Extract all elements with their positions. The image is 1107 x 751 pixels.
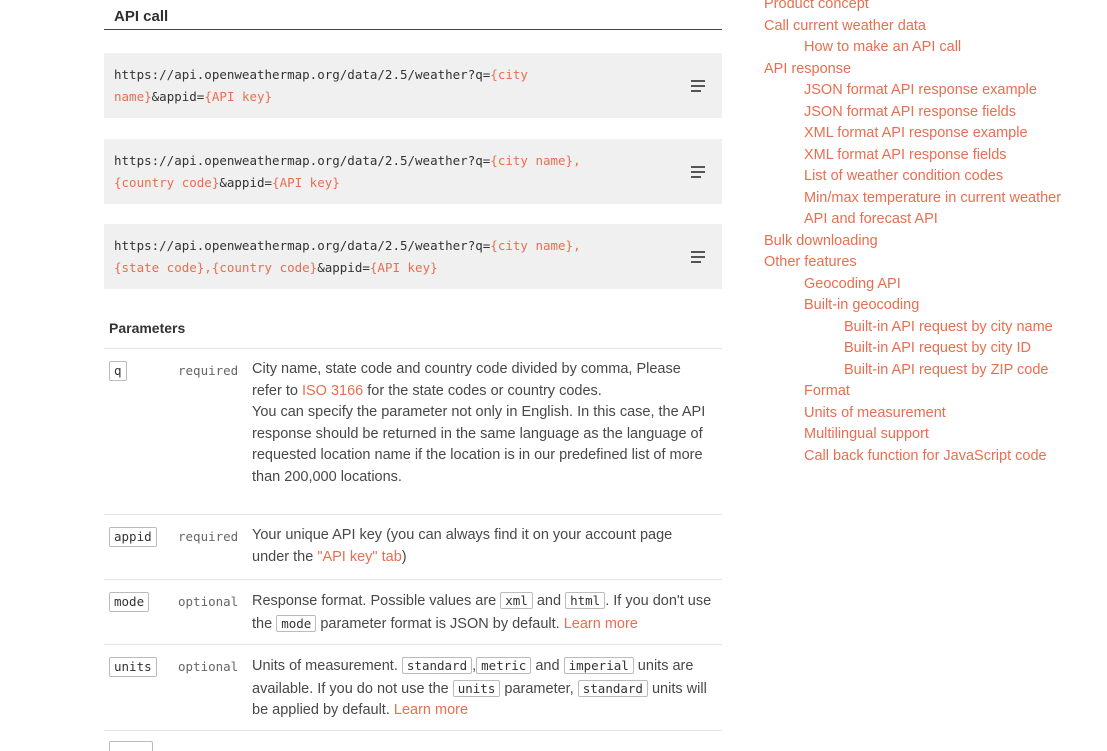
param-row-q: q required City name, state code and cou… (104, 348, 722, 515)
param-required: required (178, 363, 239, 378)
toc-link[interactable]: Built-in API request by city name (764, 317, 1061, 339)
toc-link[interactable]: Product concept (764, 0, 1061, 16)
toc-link[interactable]: API and forecast API (764, 209, 1061, 231)
toc-link[interactable]: Call back function for JavaScript code (764, 446, 1061, 468)
toc-link[interactable]: XML format API response fields (764, 145, 1061, 167)
param-row-units: units optional Units of measurement. sta… (104, 644, 722, 731)
param-row-mode: mode optional Response format. Possible … (104, 579, 722, 645)
copy-icon[interactable] (691, 80, 705, 93)
param-row-appid: appid required Your unique API key (you … (104, 514, 722, 580)
param-row-next (104, 730, 722, 751)
param-description: Units of measurement. standard, metric an… (252, 657, 707, 718)
copy-icon[interactable] (691, 251, 705, 264)
heading-divider (104, 29, 722, 30)
main-content: API call https://api.openweathermap.org/… (104, 0, 722, 751)
api-url-text[interactable]: https://api.openweathermap.org/data/2.5/… (114, 64, 662, 108)
toc-link[interactable]: List of weather condition codes (764, 166, 1061, 188)
table-of-contents: Product concept Call current weather data… (764, 0, 1061, 467)
parameters-heading: Parameters (109, 320, 186, 336)
toc-link[interactable]: Geocoding API (764, 274, 1061, 296)
api-url-text[interactable]: https://api.openweathermap.org/data/2.5/… (114, 150, 662, 194)
param-name: q (109, 361, 127, 381)
toc-link[interactable]: Other features (764, 252, 1061, 274)
iso-3166-link[interactable]: ISO 3166 (302, 383, 363, 399)
param-description: Response format. Possible values are xml… (252, 592, 712, 632)
api-call-heading: API call (114, 8, 169, 25)
toc-link[interactable]: Format (764, 381, 1061, 403)
param-required: required (178, 529, 239, 544)
api-url-text[interactable]: https://api.openweathermap.org/data/2.5/… (114, 235, 662, 279)
api-url-block-city-state-country[interactable]: https://api.openweathermap.org/data/2.5/… (104, 224, 722, 289)
param-optional: optional (178, 594, 239, 609)
param-description: Your unique API key (you can always find… (252, 527, 673, 565)
toc-link[interactable]: Built-in API request by city ID (764, 338, 1061, 360)
api-url-block-city[interactable]: https://api.openweathermap.org/data/2.5/… (104, 53, 722, 118)
api-key-tab-link[interactable]: "API key" tab (317, 549, 401, 565)
toc-link[interactable]: Bulk downloading (764, 231, 1061, 253)
copy-icon[interactable] (691, 166, 705, 179)
param-name: mode (109, 592, 150, 612)
toc-link[interactable]: How to make an API call (764, 37, 1061, 59)
param-description: City name, state code and country code d… (252, 361, 706, 485)
api-url-block-city-country[interactable]: https://api.openweathermap.org/data/2.5/… (104, 139, 722, 204)
learn-more-link[interactable]: Learn more (564, 616, 638, 632)
toc-link[interactable]: API response (764, 59, 1061, 81)
toc-link[interactable]: Multilingual support (764, 424, 1061, 446)
toc-link[interactable]: Min/max temperature in current weather (764, 188, 1061, 210)
toc-link[interactable]: Units of measurement (764, 403, 1061, 425)
toc-link[interactable]: Call current weather data (764, 16, 1061, 38)
toc-link[interactable]: Built-in API request by ZIP code (764, 360, 1061, 382)
param-name: appid (109, 527, 157, 547)
toc-link[interactable]: JSON format API response example (764, 80, 1061, 102)
toc-link[interactable]: XML format API response example (764, 123, 1061, 145)
param-optional: optional (178, 659, 239, 674)
toc-link[interactable]: JSON format API response fields (764, 102, 1061, 124)
learn-more-link[interactable]: Learn more (394, 702, 468, 718)
param-name: units (109, 657, 157, 677)
toc-link[interactable]: Built-in geocoding (764, 295, 1061, 317)
